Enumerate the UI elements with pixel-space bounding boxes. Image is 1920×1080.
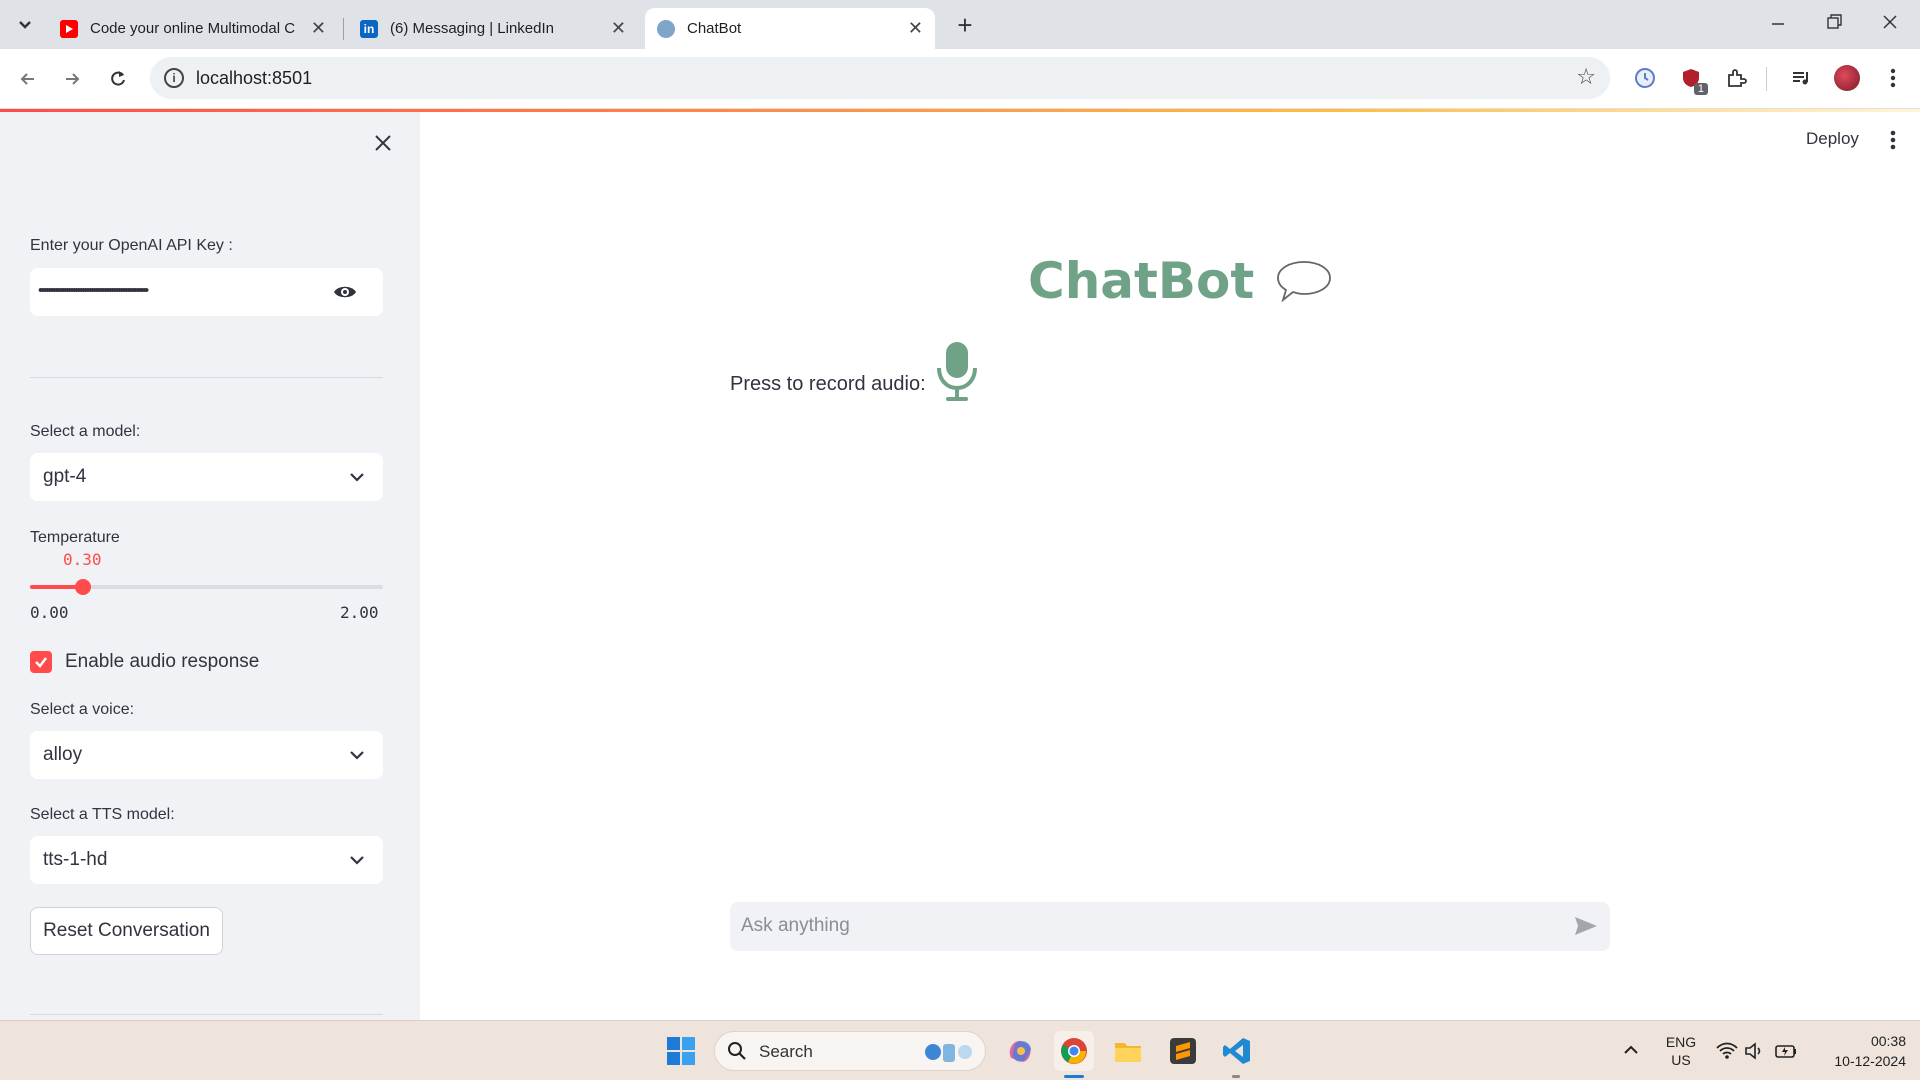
chatbot-favicon-icon (657, 19, 675, 38)
file-explorer-icon[interactable] (1108, 1031, 1148, 1071)
tab-youtube[interactable]: Code your online Multimodal C ✕ (48, 8, 338, 49)
temperature-value-label: 0.30 (63, 550, 102, 569)
browser-menu-icon[interactable] (1878, 63, 1908, 93)
temperature-label: Temperature (30, 529, 120, 546)
tab-title: (6) Messaging | LinkedIn (390, 20, 554, 37)
voice-label: Select a voice: (30, 701, 135, 718)
extension-shield-icon[interactable]: 1 (1676, 63, 1708, 95)
tts-model-select[interactable]: tts-1-hd (30, 836, 383, 884)
audio-response-checkbox[interactable] (30, 651, 52, 673)
tab-linkedin[interactable]: in (6) Messaging | LinkedIn ✕ (348, 8, 638, 49)
media-controls-icon[interactable] (1786, 63, 1816, 93)
language-indicator[interactable]: ENG US (1664, 1033, 1698, 1069)
battery-icon[interactable] (1774, 1041, 1798, 1061)
tts-model-label: Select a TTS model: (30, 806, 175, 823)
api-key-masked-value: ••••••••••••••••••••••••••••••••••••••••… (38, 282, 149, 299)
chevron-down-icon (347, 467, 367, 487)
new-tab-button[interactable]: + (950, 12, 980, 38)
restore-window-icon[interactable] (1824, 12, 1844, 32)
site-info-icon[interactable]: i (164, 68, 184, 88)
extension-badge: 1 (1693, 83, 1708, 95)
vscode-icon[interactable] (1217, 1031, 1257, 1071)
keyboard-region: US (1671, 1052, 1691, 1068)
show-hidden-icons-chevron-icon[interactable] (1622, 1041, 1640, 1059)
tts-model-select-value: tts-1-hd (43, 849, 108, 870)
page-title: ChatBot (1028, 252, 1334, 310)
microphone-icon[interactable] (934, 340, 980, 404)
chevron-down-icon (347, 850, 367, 870)
toolbar-divider (1766, 67, 1767, 91)
api-key-label: Enter your OpenAI API Key : (30, 237, 233, 254)
app-menu-icon[interactable] (1890, 130, 1900, 152)
voice-select-value: alloy (43, 744, 83, 765)
address-bar[interactable]: i localhost:8501 ☆ (150, 57, 1610, 99)
search-label: Search (759, 1042, 813, 1061)
chat-input[interactable]: Ask anything (730, 902, 1610, 951)
temperature-min-label: 0.00 (30, 603, 69, 622)
temperature-max-label: 2.00 (340, 603, 379, 622)
tab-search-chevron-icon[interactable] (12, 14, 38, 36)
show-password-eye-icon[interactable] (333, 282, 357, 302)
send-icon[interactable] (1574, 915, 1598, 937)
search-icon (727, 1041, 747, 1061)
taskbar-search-box[interactable]: Search (714, 1031, 986, 1071)
temperature-slider[interactable]: 0.30 (30, 548, 383, 614)
speech-bubble-icon (1274, 256, 1334, 306)
api-key-input[interactable]: ••••••••••••••••••••••••••••••••••••••••… (30, 268, 383, 316)
browser-toolbar: i localhost:8501 ☆ 1 (0, 49, 1920, 109)
chat-input-placeholder: Ask anything (741, 915, 850, 936)
page-title-text: ChatBot (1028, 252, 1255, 310)
active-app-indicator (1064, 1075, 1084, 1078)
slider-thumb[interactable] (75, 579, 91, 595)
volume-icon[interactable] (1744, 1041, 1766, 1061)
model-select-value: gpt-4 (43, 466, 87, 487)
sidebar-divider (30, 1014, 383, 1015)
forward-icon[interactable] (56, 63, 88, 95)
windows-start-icon[interactable] (661, 1031, 701, 1071)
sublime-text-icon[interactable] (1163, 1031, 1203, 1071)
youtube-icon (60, 19, 78, 38)
deploy-button[interactable]: Deploy (1806, 129, 1859, 149)
close-window-icon[interactable] (1880, 12, 1900, 32)
bookmark-star-icon[interactable]: ☆ (1576, 64, 1596, 90)
minimize-window-icon[interactable] (1768, 12, 1788, 32)
tab-separator (343, 18, 344, 40)
chrome-taskbar-icon[interactable] (1054, 1031, 1094, 1071)
main-content: Deploy ChatBot Press to record audio: As… (420, 112, 1920, 1020)
linkedin-icon: in (360, 19, 378, 38)
tab-title: ChatBot (687, 20, 742, 37)
wifi-icon[interactable] (1716, 1041, 1738, 1061)
running-app-indicator (1232, 1075, 1240, 1078)
back-icon[interactable] (12, 63, 44, 95)
tab-title: Code your online Multimodal C (90, 20, 296, 37)
sidebar: Enter your OpenAI API Key : ••••••••••••… (0, 112, 420, 1020)
record-audio-label: Press to record audio: (730, 373, 926, 395)
model-label: Select a model: (30, 423, 141, 440)
system-clock[interactable]: 00:38 10-12-2024 (1810, 1031, 1906, 1071)
reload-icon[interactable] (102, 63, 134, 95)
sidebar-divider (30, 377, 383, 378)
close-tab-icon[interactable]: ✕ (311, 18, 326, 39)
audio-response-label: Enable audio response (65, 651, 260, 672)
tab-chatbot[interactable]: ChatBot ✕ (645, 8, 935, 49)
close-tab-icon[interactable]: ✕ (908, 18, 923, 39)
checkmark-icon (35, 657, 47, 668)
language-code: ENG (1665, 1034, 1697, 1050)
close-sidebar-icon[interactable] (372, 132, 394, 154)
model-select[interactable]: gpt-4 (30, 453, 383, 501)
extension-clock-icon[interactable] (1630, 63, 1660, 93)
extensions-puzzle-icon[interactable] (1721, 63, 1751, 93)
copilot-icon[interactable] (1000, 1031, 1040, 1071)
url-text: localhost:8501 (196, 68, 313, 88)
clock-time: 00:38 (1870, 1033, 1906, 1049)
search-highlight-icon (923, 1038, 977, 1066)
close-tab-icon[interactable]: ✕ (611, 18, 626, 39)
clock-date: 10-12-2024 (1834, 1053, 1906, 1069)
profile-avatar[interactable] (1832, 63, 1862, 93)
chevron-down-icon (347, 745, 367, 765)
browser-tab-strip: Code your online Multimodal C ✕ in (6) M… (0, 0, 1920, 49)
reset-conversation-button[interactable]: Reset Conversation (30, 907, 223, 955)
voice-select[interactable]: alloy (30, 731, 383, 779)
windows-taskbar: Search ENG US 00:38 10-12-2024 (0, 1020, 1920, 1080)
